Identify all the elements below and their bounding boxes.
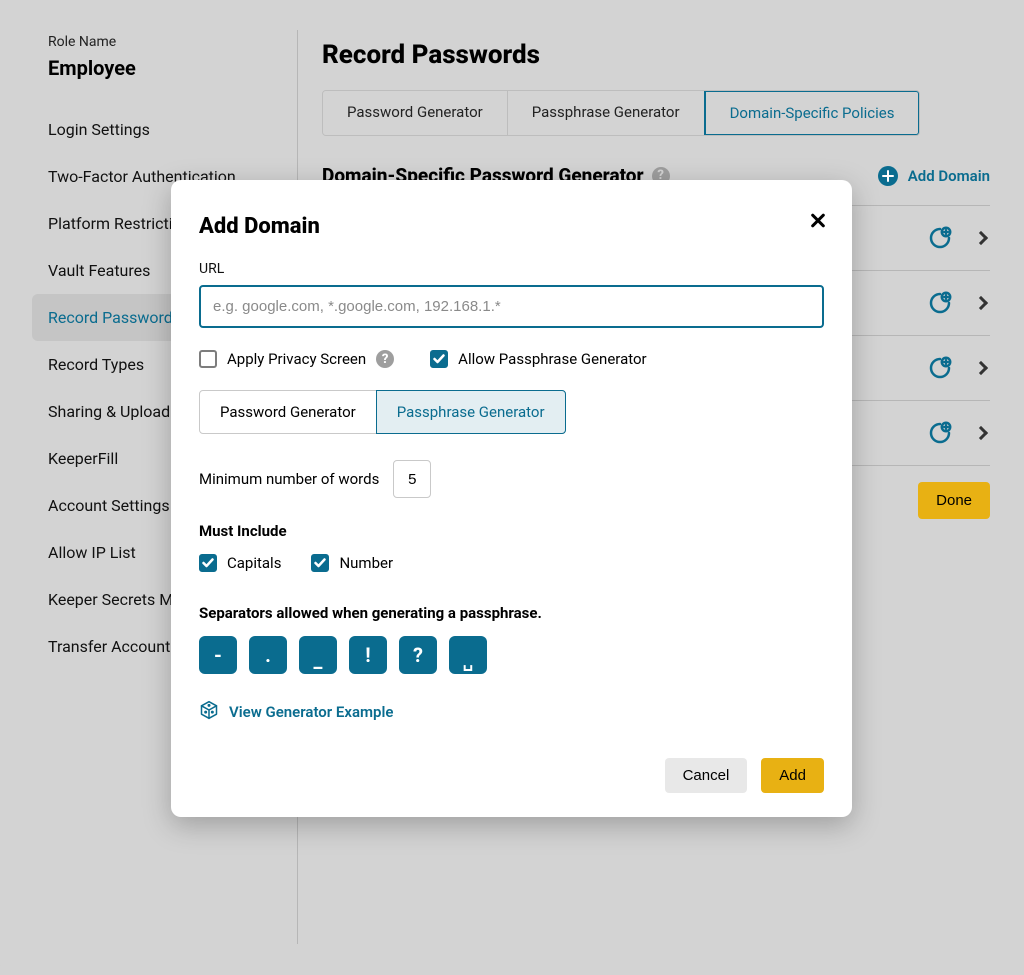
separators-label: Separators allowed when generating a pas… (199, 604, 824, 622)
sidebar-item-login-settings[interactable]: Login Settings (32, 106, 282, 153)
capitals-checkbox[interactable]: Capitals (199, 554, 281, 572)
number-checkbox[interactable]: Number (311, 554, 393, 572)
add-button[interactable]: Add (761, 758, 824, 793)
help-icon[interactable]: ? (376, 350, 394, 368)
checkbox-checked-icon (199, 554, 217, 572)
checkbox-checked-icon (430, 350, 448, 368)
override-icon[interactable] (928, 226, 952, 250)
view-generator-example-label: View Generator Example (229, 703, 393, 721)
url-label: URL (199, 261, 824, 277)
record-password-tabs: Password Generator Passphrase Generator … (322, 90, 920, 136)
separator-underscore[interactable]: _ (299, 636, 337, 674)
view-generator-example-link[interactable]: View Generator Example (199, 700, 393, 724)
allow-passphrase-label: Allow Passphrase Generator (458, 350, 646, 368)
separator-space[interactable]: ␣ (449, 636, 487, 674)
separator-period[interactable]: . (249, 636, 287, 674)
separator-question[interactable]: ? (399, 636, 437, 674)
separator-dash[interactable]: - (199, 636, 237, 674)
apply-privacy-screen-label: Apply Privacy Screen (227, 350, 366, 368)
close-icon[interactable] (806, 208, 830, 232)
modal-title: Add Domain (199, 214, 824, 239)
tab-domain-specific-policies[interactable]: Domain-Specific Policies (704, 90, 921, 136)
checkbox-unchecked-icon (199, 350, 217, 368)
role-name-value: Employee (48, 56, 297, 80)
plus-icon (878, 166, 898, 186)
tab-modal-password-generator[interactable]: Password Generator (200, 391, 377, 433)
role-name-label: Role Name (48, 34, 297, 50)
chevron-right-icon (974, 361, 988, 375)
url-input[interactable] (199, 285, 824, 328)
override-icon[interactable] (928, 356, 952, 380)
add-domain-label: Add Domain (908, 167, 990, 185)
done-button[interactable]: Done (918, 482, 990, 519)
tab-passphrase-generator[interactable]: Passphrase Generator (508, 91, 705, 135)
dice-icon (199, 700, 219, 724)
chevron-right-icon (974, 231, 988, 245)
override-icon[interactable] (928, 421, 952, 445)
apply-privacy-screen-checkbox[interactable]: Apply Privacy Screen ? (199, 350, 394, 368)
min-words-label: Minimum number of words (199, 470, 379, 488)
override-icon[interactable] (928, 291, 952, 315)
capitals-label: Capitals (227, 554, 281, 572)
chevron-right-icon (974, 426, 988, 440)
number-label: Number (339, 554, 393, 572)
allow-passphrase-checkbox[interactable]: Allow Passphrase Generator (430, 350, 646, 368)
separator-exclaim[interactable]: ! (349, 636, 387, 674)
checkbox-checked-icon (311, 554, 329, 572)
add-domain-button[interactable]: Add Domain (878, 166, 990, 186)
cancel-button[interactable]: Cancel (665, 758, 748, 793)
chevron-right-icon (974, 296, 988, 310)
page-title: Record Passwords (322, 40, 990, 70)
min-words-input[interactable] (393, 460, 431, 498)
tab-modal-passphrase-generator[interactable]: Passphrase Generator (376, 390, 566, 434)
add-domain-modal: Add Domain URL Apply Privacy Screen ? Al… (171, 180, 852, 817)
generator-tabs: Password Generator Passphrase Generator (199, 390, 566, 434)
must-include-label: Must Include (199, 522, 824, 540)
tab-password-generator[interactable]: Password Generator (323, 91, 508, 135)
